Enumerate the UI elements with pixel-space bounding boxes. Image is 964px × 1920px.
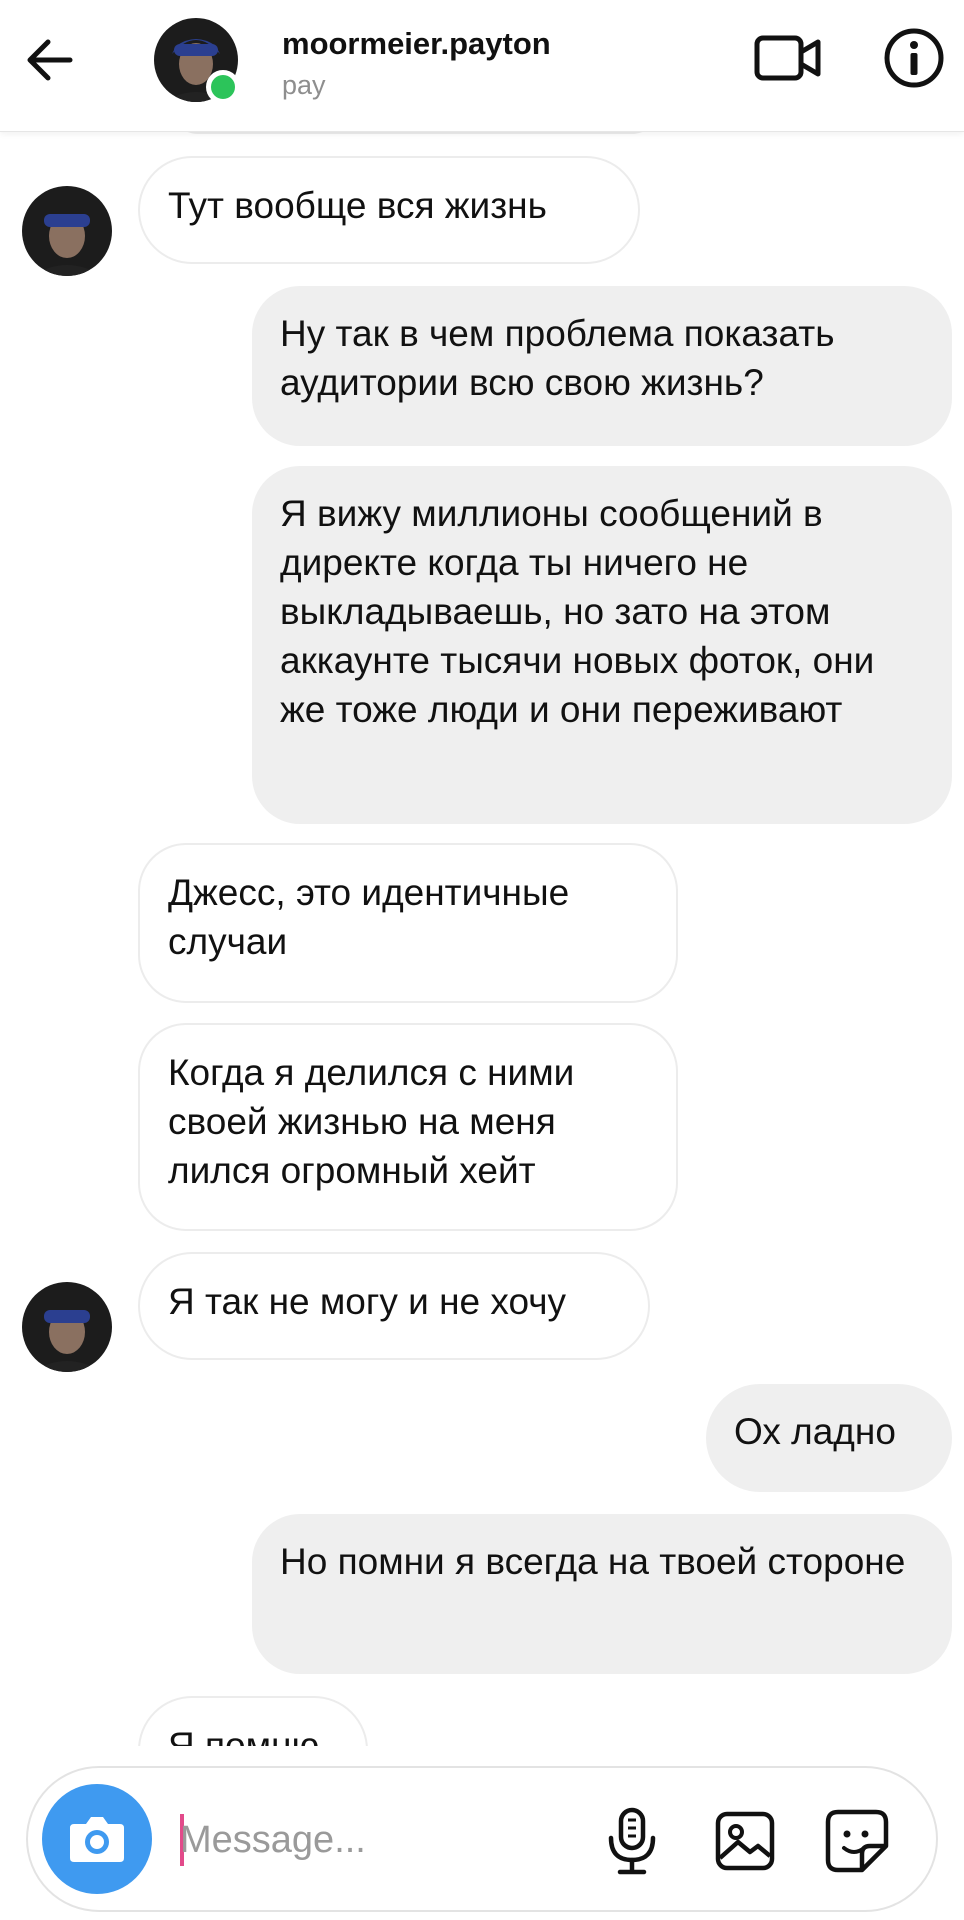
camera-icon [70, 1817, 124, 1862]
outgoing-message[interactable]: Ох ладно [706, 1384, 952, 1492]
camera-button[interactable] [42, 1784, 152, 1894]
back-arrow-icon[interactable] [22, 30, 82, 90]
outgoing-message[interactable]: Но помни я всегда на твоей стороне [252, 1514, 952, 1674]
chat-header: moormeier.payton pay [0, 0, 964, 132]
gallery-icon[interactable] [714, 1810, 776, 1872]
message-input[interactable] [180, 1812, 580, 1868]
chat-subtitle: pay [282, 70, 326, 100]
incoming-message[interactable]: Когда я делился с ними своей жизнью на м… [138, 1023, 678, 1231]
online-status-dot [206, 70, 240, 104]
incoming-message[interactable]: Джесс, это идентичные случаи [138, 843, 678, 1003]
sticker-icon[interactable] [824, 1808, 890, 1874]
avatar[interactable] [22, 186, 112, 276]
incoming-message[interactable]: Тут вообще вся жизнь [138, 156, 640, 264]
outgoing-message[interactable]: Ну так в чем проблема показать аудитории… [252, 286, 952, 446]
video-call-icon[interactable] [752, 28, 824, 88]
avatar[interactable] [22, 1282, 112, 1372]
microphone-icon[interactable] [604, 1806, 660, 1876]
outgoing-message[interactable]: Я вижу миллионы сообщений в директе когд… [252, 466, 952, 824]
incoming-message[interactable]: Я так не могу и не хочу [138, 1252, 650, 1360]
chat-username[interactable]: moormeier.payton [282, 26, 551, 62]
info-icon[interactable] [882, 26, 946, 90]
